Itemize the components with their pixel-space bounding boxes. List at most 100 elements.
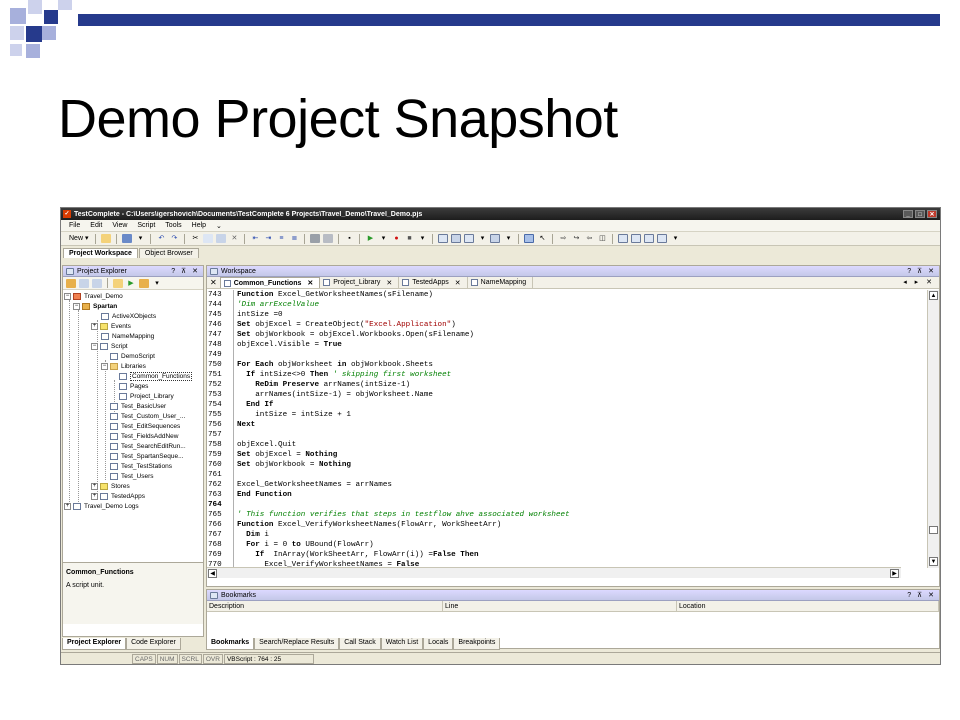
code-line[interactable]: 762 Excel_GetWorksheetNames = arrNames bbox=[207, 480, 901, 490]
run-icon[interactable]: ▶ bbox=[365, 234, 375, 243]
code-line[interactable]: 744 'Dim arrExcelValue bbox=[207, 300, 901, 310]
run-item-icon[interactable]: ▶ bbox=[126, 279, 136, 288]
step-into-icon[interactable]: ⇨ bbox=[558, 234, 568, 243]
menu-tools[interactable]: Tools bbox=[165, 222, 181, 229]
panel-header-buttons[interactable]: ? ⊼ ✕ bbox=[171, 267, 200, 275]
add-item-icon[interactable] bbox=[66, 278, 76, 288]
tab-watch-list[interactable]: Watch List bbox=[380, 638, 424, 650]
panel-dropdown-icon[interactable]: ▾ bbox=[503, 234, 513, 243]
outdent-icon[interactable]: ⇥ bbox=[263, 234, 273, 243]
window-icon[interactable] bbox=[438, 234, 449, 243]
cascade-icon[interactable] bbox=[464, 234, 475, 243]
tree-item[interactable]: + TestedApps bbox=[91, 491, 145, 501]
tree-item[interactable]: − Script bbox=[91, 341, 128, 351]
stop-dropdown-icon[interactable]: ▾ bbox=[417, 234, 427, 243]
tile-icon[interactable] bbox=[451, 234, 462, 243]
maximize-button[interactable]: □ bbox=[915, 210, 925, 218]
code-line[interactable]: 764 bbox=[207, 500, 901, 510]
code-line[interactable]: 758 objExcel.Quit bbox=[207, 440, 901, 450]
tree-item[interactable]: Test_Users bbox=[110, 471, 154, 481]
tab-code-explorer[interactable]: Code Explorer bbox=[126, 638, 181, 650]
tree-item-selected[interactable]: Common_Functions bbox=[119, 371, 193, 381]
tree-item[interactable]: − Libraries bbox=[101, 361, 146, 371]
scroll-up-icon[interactable]: ▲ bbox=[929, 291, 938, 300]
tab-locals[interactable]: Locals bbox=[423, 638, 454, 650]
tab-call-stack[interactable]: Call Stack bbox=[339, 638, 381, 650]
breakpoint-icon[interactable]: ◫ bbox=[597, 234, 607, 243]
tree-item[interactable]: + Travel_Demo Logs bbox=[64, 501, 139, 511]
remove-icon[interactable] bbox=[92, 278, 102, 288]
minimize-button[interactable]: _ bbox=[903, 210, 913, 218]
code-line[interactable]: 769 If InArray(WorkSheetArr, FlowArr(i))… bbox=[207, 550, 901, 560]
cut-icon[interactable]: ✂ bbox=[190, 234, 200, 243]
tree-item[interactable]: Test_BasicUser bbox=[110, 401, 166, 411]
copy-icon[interactable] bbox=[203, 234, 214, 243]
panel-header-buttons[interactable]: ? ⊼ ✕ bbox=[907, 591, 936, 599]
tree-item[interactable]: Pages bbox=[119, 381, 148, 391]
column-line[interactable]: Line bbox=[443, 601, 677, 611]
pause-icon[interactable] bbox=[323, 234, 334, 243]
horizontal-scrollbar[interactable]: ◀ ▶ bbox=[207, 567, 901, 578]
step-over-icon[interactable]: ↪ bbox=[571, 234, 581, 243]
undo-icon[interactable]: ↶ bbox=[156, 234, 166, 243]
record-icon[interactable]: ● bbox=[391, 234, 401, 243]
code-line[interactable]: 745 intSize =0 bbox=[207, 310, 901, 320]
menu-edit[interactable]: Edit bbox=[90, 222, 102, 229]
tab-project-workspace[interactable]: Project Workspace bbox=[63, 248, 138, 258]
step-out-icon[interactable]: ⇦ bbox=[584, 234, 594, 243]
tab-breakpoints[interactable]: Breakpoints bbox=[453, 638, 501, 650]
tree-item[interactable]: Test_SearchEditRun... bbox=[110, 441, 186, 451]
menu-more-icon[interactable]: ⌄ bbox=[216, 222, 222, 230]
options-icon[interactable]: ▪ bbox=[344, 234, 354, 243]
dropdown-icon[interactable]: ▾ bbox=[135, 234, 145, 243]
code-line[interactable]: 749 bbox=[207, 350, 901, 360]
tree-item[interactable]: − Travel_Demo bbox=[64, 291, 123, 301]
tree-item[interactable]: Test_SpartanSeque... bbox=[110, 451, 184, 461]
view-dropdown-icon[interactable]: ▾ bbox=[670, 234, 680, 243]
tree-item[interactable]: ActiveXObjects bbox=[101, 311, 156, 321]
menu-file[interactable]: File bbox=[69, 222, 80, 229]
tree-item[interactable]: NameMapping bbox=[101, 331, 154, 341]
menu-help[interactable]: Help bbox=[192, 222, 206, 229]
doc-tab-tested-apps[interactable]: TestedApps ✕ bbox=[399, 277, 468, 288]
tab-navigation[interactable]: ◂ ▸ ✕ bbox=[903, 278, 935, 286]
code-line[interactable]: 759 Set objExcel = Nothing bbox=[207, 450, 901, 460]
code-line[interactable]: 756 Next bbox=[207, 420, 901, 430]
tree-item[interactable]: + Stores bbox=[91, 481, 130, 491]
code-line[interactable]: 767 Dim i bbox=[207, 530, 901, 540]
code-line[interactable]: 755 intSize = intSize + 1 bbox=[207, 410, 901, 420]
save-icon[interactable] bbox=[122, 234, 133, 243]
code-editor[interactable]: 743 Function Excel_GetWorksheetNames(sFil… bbox=[207, 290, 901, 568]
code-line[interactable]: 748 objExcel.Visible = True bbox=[207, 340, 901, 350]
uncomment-icon[interactable]: ≣ bbox=[289, 234, 299, 243]
code-line[interactable]: 750 For Each objWorksheet in objWorkbook.… bbox=[207, 360, 901, 370]
menu-view[interactable]: View bbox=[112, 222, 127, 229]
doc-tab-common-functions[interactable]: Common_Functions ✕ bbox=[219, 277, 321, 288]
tree-item[interactable]: Test_EditSequences bbox=[110, 421, 180, 431]
code-line[interactable]: 752 ReDim Preserve arrNames(intSize-1) bbox=[207, 380, 901, 390]
panel-icon[interactable] bbox=[490, 234, 501, 243]
panel-header-buttons[interactable]: ? ⊼ ✕ bbox=[907, 267, 936, 275]
scroll-left-icon[interactable]: ◀ bbox=[208, 569, 217, 578]
delete-icon[interactable]: ✕ bbox=[229, 234, 239, 243]
tree-item[interactable]: Test_TestStations bbox=[110, 461, 172, 471]
tree-item[interactable]: DemoScript bbox=[110, 351, 155, 361]
new-button[interactable]: New ▾ bbox=[67, 234, 90, 243]
code-line[interactable]: 761 bbox=[207, 470, 901, 480]
scroll-right-icon[interactable]: ▶ bbox=[890, 569, 899, 578]
explorer-dropdown-icon[interactable]: ▾ bbox=[152, 279, 162, 288]
code-line[interactable]: 768 For i = 0 to UBound(FlowArr) bbox=[207, 540, 901, 550]
stop-icon[interactable]: ■ bbox=[404, 234, 414, 243]
scroll-down-icon[interactable]: ▼ bbox=[929, 557, 938, 566]
tree-item[interactable]: Test_Custom_User_... bbox=[110, 411, 185, 421]
code-line[interactable]: 747 Set objWorkbook = objExcel.Workbooks.… bbox=[207, 330, 901, 340]
view-list-icon[interactable] bbox=[631, 234, 642, 243]
pointer-icon[interactable]: ↖ bbox=[537, 234, 547, 243]
code-line[interactable]: 753 arrNames(intSize-1) = objWorksheet.N… bbox=[207, 390, 901, 400]
scroll-thumb[interactable] bbox=[929, 526, 938, 534]
view-detail-icon[interactable] bbox=[644, 234, 655, 243]
code-line[interactable]: 743 Function Excel_GetWorksheetNames(sFil… bbox=[207, 290, 901, 300]
tab-bookmarks[interactable]: Bookmarks bbox=[206, 638, 255, 650]
tree-item[interactable]: Test_FieldsAddNew bbox=[110, 431, 178, 441]
code-line[interactable]: 751 If intSize<>0 Then ' skipping first … bbox=[207, 370, 901, 380]
